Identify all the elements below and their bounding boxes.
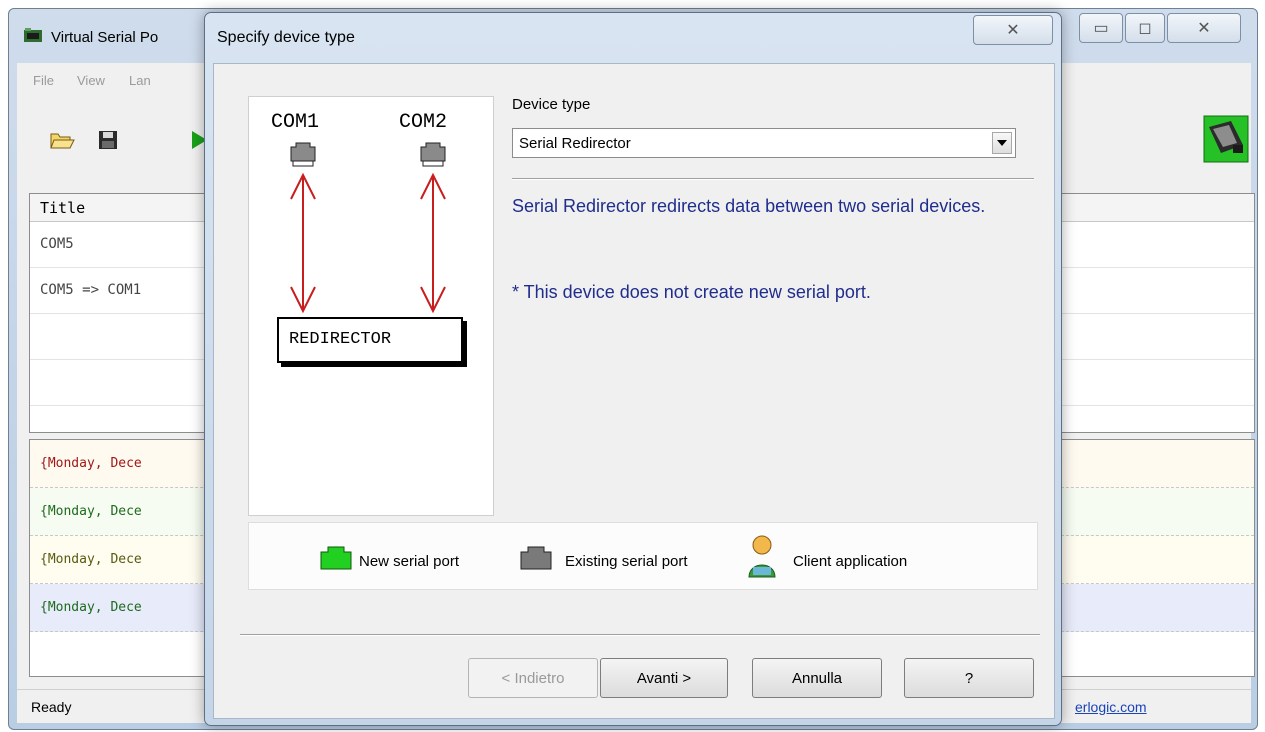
device-description: Serial Redirector redirects data between… bbox=[512, 196, 986, 216]
log-entry-text: {Monday, Dece bbox=[40, 504, 142, 519]
column-title-label: Title bbox=[40, 199, 86, 217]
port-title: COM5 => COM1 bbox=[40, 282, 142, 298]
specify-device-type-dialog: Specify device type ✕ COM1 COM2 REDIRECT… bbox=[204, 12, 1062, 726]
dialog-client-area: COM1 COM2 REDIRECTOR Device type Serial … bbox=[213, 63, 1055, 719]
redirector-box: REDIRECTOR bbox=[277, 317, 463, 363]
dropdown-arrow-icon[interactable] bbox=[992, 132, 1012, 154]
maximize-button[interactable]: ◻ bbox=[1125, 13, 1165, 43]
minimize-button[interactable]: ▭ bbox=[1079, 13, 1123, 43]
legend-bar: New serial port Existing serial port Cli… bbox=[248, 522, 1038, 590]
existing-port-plug-icon bbox=[290, 142, 316, 167]
next-button[interactable]: Avanti > bbox=[600, 658, 728, 698]
redirector-label: REDIRECTOR bbox=[289, 330, 392, 349]
device-diagram: COM1 COM2 REDIRECTOR bbox=[248, 96, 494, 516]
next-button-label: Avanti > bbox=[636, 669, 692, 687]
port-title: COM5 bbox=[40, 236, 74, 252]
menu-view[interactable]: View bbox=[77, 73, 105, 88]
app-icon bbox=[24, 28, 42, 42]
client-person-icon bbox=[748, 535, 776, 578]
back-button-label: < Indietro bbox=[501, 669, 565, 687]
description-separator bbox=[512, 178, 1034, 180]
new-port-plug-icon bbox=[320, 546, 352, 570]
help-button-label: ? bbox=[964, 669, 974, 687]
log-entry-text: {Monday, Dece bbox=[40, 552, 142, 567]
legend-existing-port: Existing serial port bbox=[565, 553, 688, 570]
log-entry-text: {Monday, Dece bbox=[40, 456, 142, 471]
existing-port-plug-icon bbox=[520, 546, 552, 570]
main-window-title: Virtual Serial Po bbox=[51, 29, 159, 46]
dialog-close-button[interactable]: ✕ bbox=[973, 15, 1053, 45]
legend-new-port: New serial port bbox=[359, 553, 460, 570]
cancel-button-label: Annulla bbox=[791, 669, 843, 687]
buttons-separator bbox=[240, 634, 1040, 636]
open-folder-icon[interactable] bbox=[49, 129, 75, 151]
close-icon: ✕ bbox=[1197, 20, 1211, 37]
device-note: * This device does not create new serial… bbox=[512, 282, 871, 302]
close-button[interactable]: ✕ bbox=[1167, 13, 1241, 43]
com-left-label: COM1 bbox=[271, 111, 320, 134]
save-icon[interactable] bbox=[97, 129, 119, 151]
back-button[interactable]: < Indietro bbox=[468, 658, 598, 698]
maximize-icon: ◻ bbox=[1138, 20, 1152, 37]
website-link[interactable]: erlogic.com bbox=[1075, 699, 1147, 715]
menu-language[interactable]: Lan bbox=[129, 73, 151, 88]
com-right-label: COM2 bbox=[399, 111, 448, 134]
device-type-value: Serial Redirector bbox=[519, 134, 631, 152]
legend-client-app: Client application bbox=[793, 553, 908, 570]
device-type-select[interactable]: Serial Redirector bbox=[512, 128, 1016, 158]
dialog-title: Specify device type bbox=[217, 29, 355, 46]
device-type-label: Device type bbox=[512, 96, 591, 113]
close-icon: ✕ bbox=[1006, 22, 1020, 39]
minimize-icon: ▭ bbox=[1093, 20, 1109, 37]
serial-connector-icon bbox=[1203, 115, 1249, 163]
help-button[interactable]: ? bbox=[904, 658, 1034, 698]
data-flow-arrows bbox=[290, 172, 446, 314]
existing-port-plug-icon bbox=[420, 142, 446, 167]
menu-file[interactable]: File bbox=[33, 73, 54, 88]
log-entry-text: {Monday, Dece bbox=[40, 600, 142, 615]
cancel-button[interactable]: Annulla bbox=[752, 658, 882, 698]
status-text: Ready bbox=[31, 699, 72, 715]
